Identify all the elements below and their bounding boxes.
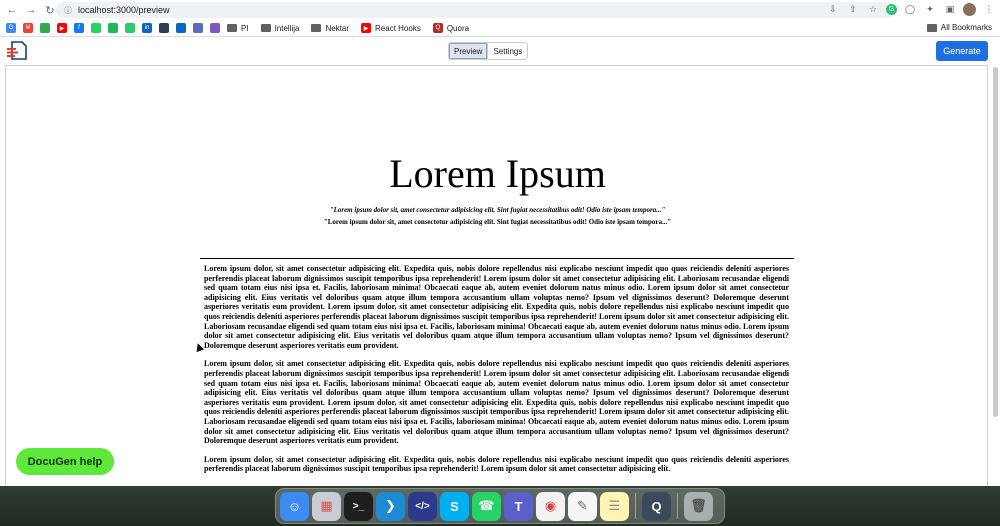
tab-settings[interactable]: Settings xyxy=(487,43,528,59)
tab-preview[interactable]: Preview xyxy=(449,43,488,59)
launchpad-icon[interactable]: ▦ xyxy=(312,491,341,521)
bookmark-icon[interactable] xyxy=(159,23,169,33)
linkedin-icon[interactable]: in xyxy=(142,23,152,33)
chrome-icon[interactable]: ◉ xyxy=(536,491,565,521)
paragraph: Lorem ipsum dolor, sit amet consectetur … xyxy=(204,359,789,446)
screen: ← → ↻ ⓘ localhost:3000/preview ⇩ ⇧ ☆ G ◯… xyxy=(0,0,1000,526)
gmail-icon[interactable]: M xyxy=(23,23,33,33)
url-text: localhost:3000/preview xyxy=(78,5,170,15)
site-info-icon[interactable]: ⓘ xyxy=(64,5,72,16)
all-bookmarks[interactable]: All Bookmarks xyxy=(926,23,992,32)
forward-icon[interactable]: → xyxy=(24,3,38,17)
bookmark-icon[interactable] xyxy=(125,23,135,33)
paragraph: Lorem ipsum dolor, sit amet consectetur … xyxy=(204,454,789,474)
avatar[interactable] xyxy=(963,2,976,16)
install-icon[interactable]: ⇩ xyxy=(826,2,840,16)
bookmark-folder[interactable]: Nektar xyxy=(311,24,349,33)
browser-actions: ⇩ ⇧ ☆ G ◯ ✦ ▣ ⋮ xyxy=(826,2,996,16)
star-icon[interactable]: ☆ xyxy=(866,2,880,16)
bookmark-link[interactable]: Q Quora xyxy=(432,23,469,33)
shield-icon[interactable]: ◯ xyxy=(903,2,917,16)
trash-icon[interactable]: 🗑 xyxy=(684,491,713,521)
generate-button[interactable]: Generate xyxy=(936,41,988,61)
facebook-icon[interactable]: f xyxy=(74,23,84,33)
puzzle-icon[interactable]: ✦ xyxy=(923,2,937,16)
view-switcher: Preview Settings xyxy=(448,42,529,60)
code-editor-icon[interactable]: </> xyxy=(408,491,437,521)
skype-icon[interactable]: S xyxy=(440,491,469,521)
quora-icon: Q xyxy=(432,23,443,33)
bookmark-folder[interactable]: Intellija xyxy=(260,24,299,33)
whatsapp-icon[interactable] xyxy=(91,23,101,33)
help-button[interactable]: DocuGen help xyxy=(16,448,114,475)
chat-icon[interactable] xyxy=(40,23,50,33)
document-body: Lorem ipsum dolor, sit amet consectetur … xyxy=(204,264,789,483)
finder-icon[interactable]: ☺ xyxy=(280,491,309,521)
share-icon[interactable]: ⇧ xyxy=(846,2,860,16)
notes-icon[interactable]: ☰ xyxy=(600,491,629,521)
terminal-icon[interactable]: >_ xyxy=(344,491,373,521)
spotify-icon[interactable] xyxy=(108,23,118,33)
reload-icon[interactable]: ↻ xyxy=(43,3,57,17)
folder-icon xyxy=(926,23,937,32)
vscode-icon[interactable]: ❯ xyxy=(376,491,405,521)
document-preview[interactable]: Lorem Ipsum "Lorem ipsum dolor sit, amet… xyxy=(5,65,988,486)
scrollbar[interactable] xyxy=(993,67,998,417)
app: Preview Settings Generate Lorem Ipsum "L… xyxy=(0,37,1000,486)
document-quote: "Lorem ipsum dolor sit, amet consectetur… xyxy=(323,218,672,226)
bookmarks-bar: G M ▶ f in PI Intellija Nektar ▶ React Ho… xyxy=(0,20,1000,37)
dock: ☺ ▦ >_ ❯ </> S ☎ T ◉ ✎ ☰ Q 🗑 xyxy=(275,488,725,524)
dock-separator xyxy=(635,493,636,519)
document-quote-italic: "Lorem ipsum dolor sit, amet consectetur… xyxy=(329,206,666,214)
folder-icon xyxy=(260,24,271,32)
youtube-icon[interactable]: ▶ xyxy=(57,23,67,33)
dock-separator xyxy=(677,493,678,519)
folder-icon xyxy=(311,24,322,32)
address-bar[interactable]: ⓘ localhost:3000/preview xyxy=(56,2,896,18)
browser-toolbar: ← → ↻ ⓘ localhost:3000/preview ⇩ ⇧ ☆ G ◯… xyxy=(0,0,1000,20)
paragraph: Lorem ipsum dolor, sit amet consectetur … xyxy=(204,264,789,350)
google-icon[interactable]: G xyxy=(6,23,16,33)
bookmark-link[interactable]: ▶ React Hooks xyxy=(361,23,421,33)
divider xyxy=(200,258,794,259)
whatsapp-icon[interactable]: ☎ xyxy=(472,491,501,521)
teams-icon[interactable]: T xyxy=(504,491,533,521)
bookmark-folder[interactable]: PI xyxy=(227,24,249,33)
youtube-icon: ▶ xyxy=(361,23,372,33)
back-icon[interactable]: ← xyxy=(5,3,19,17)
docugen-logo-icon[interactable] xyxy=(6,41,28,61)
bookmark-icon[interactable] xyxy=(176,23,186,33)
folder-icon xyxy=(227,24,237,32)
menu-icon[interactable]: ⋮ xyxy=(982,2,996,16)
extension-icon[interactable]: G xyxy=(886,3,897,15)
quicktime-icon[interactable]: Q xyxy=(642,491,671,521)
app-header: Preview Settings Generate xyxy=(0,37,1000,65)
textedit-icon[interactable]: ✎ xyxy=(568,491,597,521)
bookmark-icon[interactable] xyxy=(210,23,220,33)
sidepanel-icon[interactable]: ▣ xyxy=(943,2,957,16)
bookmark-icon[interactable] xyxy=(193,23,203,33)
document-title: Lorem Ipsum xyxy=(389,151,606,196)
